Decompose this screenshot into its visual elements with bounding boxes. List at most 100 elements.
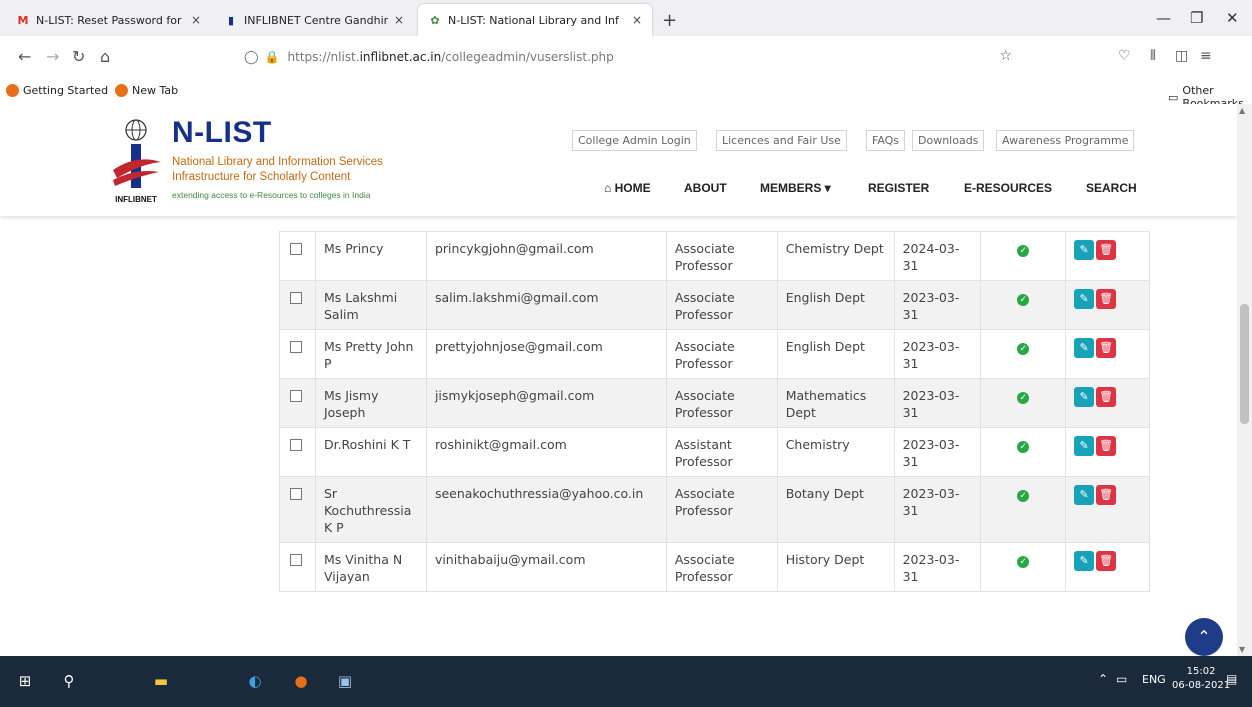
delete-icon[interactable]: 🗑 [1096,338,1117,358]
page-scrollbar[interactable]: ▲ ▼ [1237,104,1252,656]
delete-icon[interactable]: 🗑 [1096,289,1117,309]
row-checkbox[interactable] [290,488,302,500]
downloads-link[interactable]: Downloads [912,130,985,151]
bookmark-label: New Tab [132,84,179,97]
forward-icon[interactable]: → [46,47,59,66]
user-expiry-cell: 2023-03-31 [893,329,982,379]
home-icon: ⌂ [604,181,615,195]
edit-icon[interactable]: ✎ [1074,387,1095,407]
new-tab-button[interactable]: + [662,10,677,31]
check-circle-icon: ✓ [1017,556,1030,568]
nav-home[interactable]: ⌂ HOME [604,181,651,195]
brand-subtitle-2: Infrastructure for Scholarly Content [172,171,351,183]
scroll-up-arrow-icon[interactable]: ▲ [1239,106,1245,115]
user-designation-cell: Associate Professor [665,542,778,592]
reload-icon[interactable]: ↻ [72,47,85,66]
firefox-icon[interactable]: ● [290,670,312,692]
nav-members[interactable]: MEMBERS ▾ [760,181,831,195]
user-designation-cell: Associate Professor [665,329,778,379]
status-cell: ✓ [980,378,1067,428]
inflibnet-logo[interactable]: INFLIBNET [107,118,165,206]
minimize-icon[interactable]: — [1156,9,1171,27]
edge-icon[interactable]: ◐ [244,670,266,692]
close-icon[interactable]: × [394,13,404,27]
notifications-icon[interactable]: ▤ [1226,672,1237,686]
awareness-programme-link[interactable]: Awareness Programme [996,130,1135,151]
file-explorer-icon[interactable]: ▬ [150,670,172,692]
back-icon[interactable]: ← [18,47,31,66]
edit-icon[interactable]: ✎ [1074,436,1095,456]
shield-icon: ◯ [244,49,259,65]
edit-icon[interactable]: ✎ [1074,289,1095,309]
select-cell [279,329,316,379]
scroll-down-arrow-icon[interactable]: ▼ [1239,645,1245,654]
row-checkbox[interactable] [290,243,302,255]
user-department-cell: Mathematics Dept [776,378,895,428]
actions-cell: ✎ 🗑 [1065,329,1150,379]
delete-icon[interactable]: 🗑 [1096,551,1117,571]
check-circle-icon: ✓ [1017,392,1030,404]
nav-register[interactable]: REGISTER [868,181,929,195]
bookmarks-bar: Getting Started New Tab ▭ Other Bookmark… [0,80,1252,110]
sidebar-icon[interactable]: ◫ [1175,48,1188,64]
user-department-cell: English Dept [776,280,895,330]
tab-gmail[interactable]: M N-LIST: Reset Password for Sr. M × [6,4,211,36]
restore-icon[interactable]: ❐ [1190,9,1203,27]
network-icon[interactable]: ▭ [1116,672,1127,686]
clock[interactable]: 15:02 06-08-2021 [1172,665,1230,693]
close-icon[interactable]: × [191,13,201,27]
edit-icon[interactable]: ✎ [1074,485,1095,505]
brand-subtitle-1: National Library and Information Service… [172,156,383,168]
user-name-cell: Ms Jismy Joseph [314,378,427,428]
tab-nlist[interactable]: ✿ N-LIST: National Library and Inf × [418,4,652,36]
row-checkbox[interactable] [290,554,302,566]
pocket-icon[interactable]: ♡ [1118,48,1131,64]
nav-eresources[interactable]: E-RESOURCES [964,181,1052,195]
user-department-cell: History Dept [776,542,895,592]
row-checkbox[interactable] [290,341,302,353]
row-checkbox[interactable] [290,292,302,304]
star-icon[interactable]: ☆ [999,48,1012,64]
address-bar[interactable]: ◯ 🔒 https://nlist.inflibnet.ac.in/colleg… [236,42,1026,72]
search-icon[interactable]: ⚲ [58,670,80,692]
select-cell [279,427,316,477]
row-checkbox[interactable] [290,439,302,451]
window-close-icon[interactable]: ✕ [1226,9,1239,27]
language-indicator[interactable]: ENG [1142,673,1166,686]
status-cell: ✓ [980,476,1067,543]
actions-cell: ✎ 🗑 [1065,542,1150,592]
actions-cell: ✎ 🗑 [1065,378,1150,428]
scrollbar-thumb[interactable] [1240,304,1249,424]
licences-link[interactable]: Licences and Fair Use [716,130,847,151]
table-row: Ms Princy princykgjohn@gmail.com Associate… [279,231,1150,281]
tab-inflibnet[interactable]: ▮ INFLIBNET Centre Gandhinagar × [214,4,414,36]
scroll-to-top-button[interactable]: ⌃ [1185,618,1223,656]
close-icon[interactable]: × [632,13,642,27]
edit-icon[interactable]: ✎ [1074,240,1095,260]
chevron-up-icon[interactable]: ⌃ [1098,672,1108,686]
windows-start-icon[interactable]: ⊞ [14,670,36,692]
edit-icon[interactable]: ✎ [1074,551,1095,571]
bookmark-getting-started[interactable]: Getting Started [6,84,108,97]
word-icon[interactable]: ▣ [334,670,356,692]
nav-about[interactable]: ABOUT [684,181,727,195]
select-cell [279,542,316,592]
user-department-cell: Chemistry [776,427,895,477]
bookmark-new-tab[interactable]: New Tab [115,84,178,97]
delete-icon[interactable]: 🗑 [1096,485,1117,505]
clock-time: 15:02 [1186,666,1216,677]
edit-icon[interactable]: ✎ [1074,338,1095,358]
actions-cell: ✎ 🗑 [1065,280,1150,330]
home-icon[interactable]: ⌂ [100,47,110,66]
menu-icon[interactable]: ≡ [1200,48,1212,64]
nav-search[interactable]: SEARCH [1086,181,1137,195]
college-admin-login-link[interactable]: College Admin Login [572,130,697,151]
library-icon[interactable]: ⫴ [1150,48,1156,64]
delete-icon[interactable]: 🗑 [1096,436,1117,456]
user-designation-cell: Associate Professor [665,231,778,281]
faqs-link[interactable]: FAQs [866,130,906,151]
delete-icon[interactable]: 🗑 [1096,240,1117,260]
row-checkbox[interactable] [290,390,302,402]
delete-icon[interactable]: 🗑 [1096,387,1117,407]
status-cell: ✓ [980,427,1067,477]
